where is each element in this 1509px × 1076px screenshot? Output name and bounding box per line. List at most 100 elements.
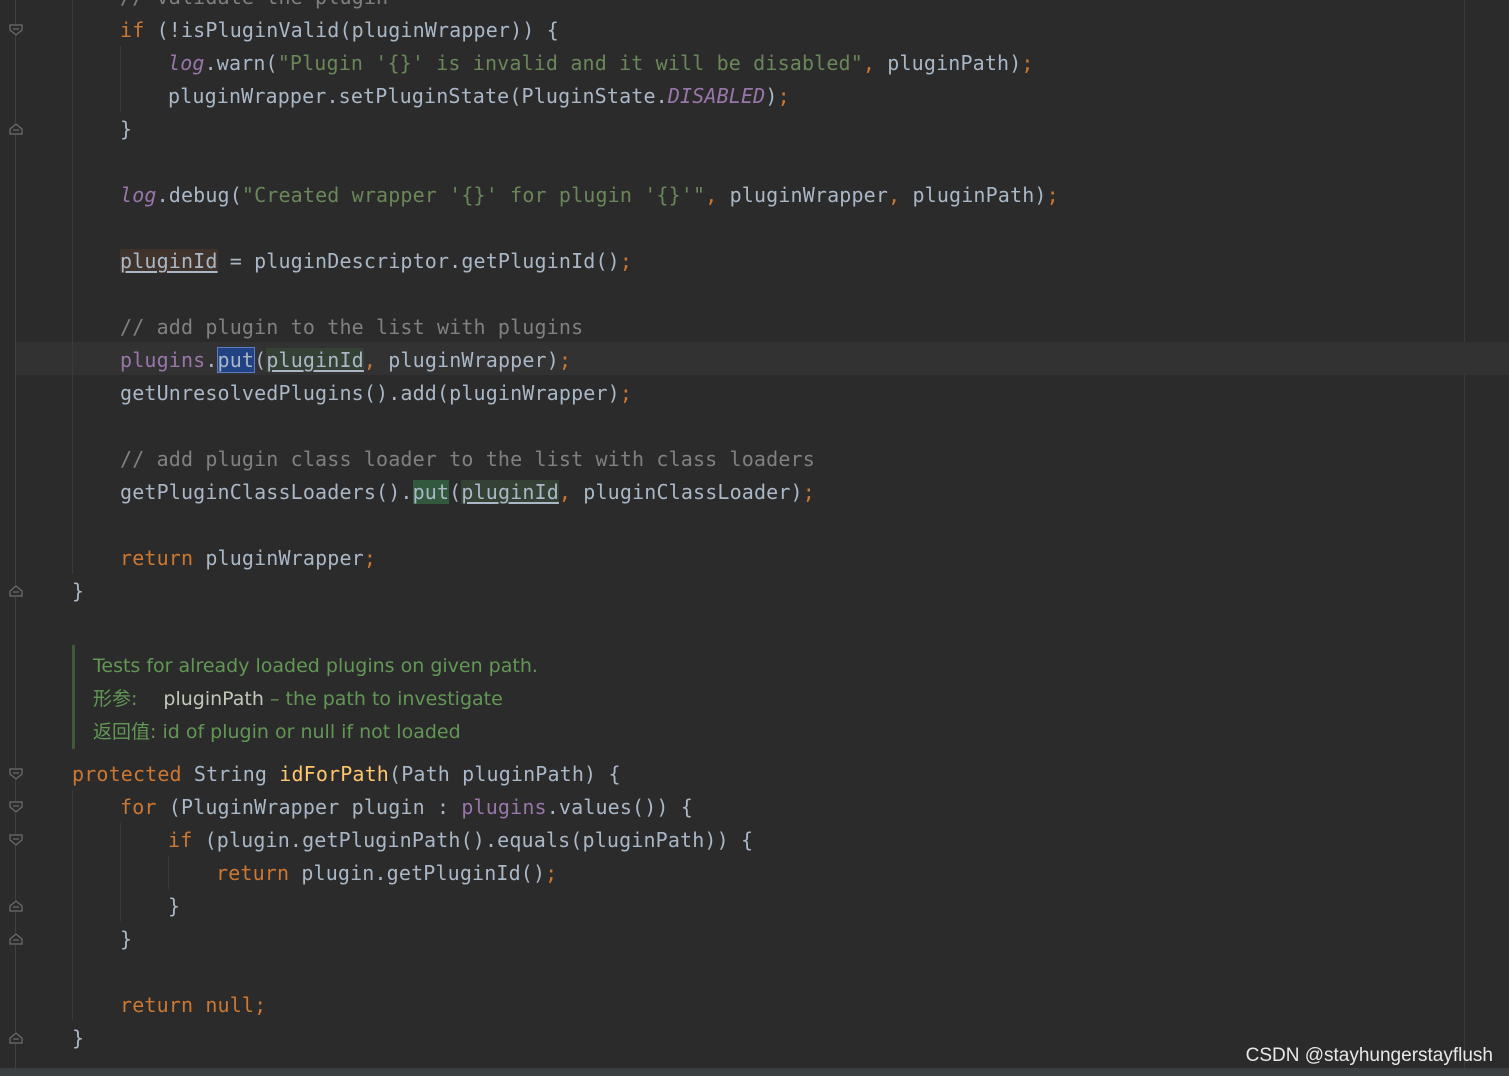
code-text: .debug( xyxy=(156,183,242,207)
variable-read-highlight[interactable]: pluginId xyxy=(266,348,364,372)
code-text: pluginWrapper) xyxy=(376,348,559,372)
code-line[interactable]: // add plugin to the list with plugins xyxy=(120,311,583,344)
code-line[interactable]: if (plugin.getPluginPath().equals(plugin… xyxy=(168,824,753,857)
punctuation: ; xyxy=(619,249,633,273)
javadoc-summary: Tests for already loaded plugins on give… xyxy=(93,650,538,683)
indent-guide xyxy=(168,856,169,889)
selected-method[interactable]: put xyxy=(216,347,256,373)
punctuation: , xyxy=(888,183,901,207)
code-text: pluginPath) xyxy=(900,183,1047,207)
code-line-current[interactable]: plugins.put(pluginId, pluginWrapper); xyxy=(120,344,571,377)
punctuation: ; xyxy=(363,546,377,570)
javadoc-param-name: pluginPath xyxy=(163,688,264,710)
code-line[interactable]: return pluginWrapper; xyxy=(120,542,376,575)
punctuation: , xyxy=(705,183,718,207)
code-line[interactable]: protected String idForPath(Path pluginPa… xyxy=(72,758,621,791)
code-line[interactable]: pluginId = pluginDescriptor.getPluginId(… xyxy=(120,245,632,278)
javadoc-return-desc: id of plugin or null if not loaded xyxy=(156,721,461,743)
javadoc-return-label: 返回值: xyxy=(93,721,157,743)
fold-collapse-icon[interactable] xyxy=(9,834,23,846)
fold-collapse-icon[interactable] xyxy=(9,24,23,36)
fold-expand-icon[interactable] xyxy=(9,123,23,135)
code-editor[interactable]: // validate the plugin if (!isPluginVali… xyxy=(0,0,1509,1068)
code-text: (!isPluginValid(pluginWrapper)) { xyxy=(144,18,559,42)
code-line[interactable]: } xyxy=(120,923,132,956)
right-margin-guide xyxy=(1464,0,1465,1068)
code-text: getUnresolvedPlugins().add(pluginWrapper… xyxy=(120,381,620,405)
code-line[interactable]: return plugin.getPluginId(); xyxy=(216,857,557,890)
method-usage-highlight[interactable]: put xyxy=(412,480,450,504)
code-line[interactable]: for (PluginWrapper plugin : plugins.valu… xyxy=(120,791,693,824)
fold-collapse-icon[interactable] xyxy=(9,801,23,813)
keyword: return xyxy=(216,861,290,885)
code-line[interactable]: pluginWrapper.setPluginState(PluginState… xyxy=(168,80,790,113)
code-line[interactable]: // add plugin class loader to the list w… xyxy=(120,443,815,476)
comment: // add plugin to the list with plugins xyxy=(120,315,584,339)
javadoc-param-label: 形参: xyxy=(93,688,138,710)
javadoc-text: Tests for already loaded plugins on give… xyxy=(93,655,538,677)
code-text: (Path pluginPath) { xyxy=(389,762,621,786)
punctuation: ; xyxy=(1046,183,1059,207)
code-text: = pluginDescriptor.getPluginId() xyxy=(217,249,620,273)
code-line[interactable]: } xyxy=(72,1022,84,1055)
code-text: .warn( xyxy=(204,51,278,75)
code-line[interactable]: getUnresolvedPlugins().add(pluginWrapper… xyxy=(120,377,632,410)
punctuation: ; xyxy=(619,381,633,405)
fold-expand-icon[interactable] xyxy=(9,585,23,597)
field: plugins xyxy=(120,348,206,372)
code-text: plugin.getPluginId() xyxy=(289,861,546,885)
field: plugins xyxy=(461,795,547,819)
keyword: protected xyxy=(72,762,182,786)
code-line[interactable]: log.debug("Created wrapper '{}' for plug… xyxy=(120,179,1059,212)
keyword: for xyxy=(120,795,157,819)
fold-expand-icon[interactable] xyxy=(9,933,23,945)
keyword: return xyxy=(120,993,194,1017)
brace: } xyxy=(168,894,181,918)
method-name: idForPath xyxy=(279,762,389,786)
code-line[interactable]: if (!isPluginValid(pluginWrapper)) { xyxy=(120,14,559,47)
variable-write-highlight[interactable]: pluginId xyxy=(120,249,218,273)
code-text: ) xyxy=(765,84,778,108)
brace: } xyxy=(120,927,133,951)
static-field: log xyxy=(120,183,157,207)
brace: } xyxy=(72,579,85,603)
javadoc-param: 形参: pluginPath – the path to investigate xyxy=(93,683,503,716)
code-text: String xyxy=(181,762,280,786)
punctuation: ; xyxy=(558,348,572,372)
code-line[interactable]: } xyxy=(168,890,180,923)
code-line[interactable]: log.warn("Plugin '{}' is invalid and it … xyxy=(168,47,1034,80)
indent-guide xyxy=(72,790,73,1020)
variable-read-highlight[interactable]: pluginId xyxy=(461,480,559,504)
punctuation: ; xyxy=(777,84,790,108)
code-text: pluginWrapper xyxy=(193,546,364,570)
code-line[interactable]: // validate the plugin xyxy=(120,0,388,14)
fold-collapse-icon[interactable] xyxy=(9,768,23,780)
fold-expand-icon[interactable] xyxy=(9,900,23,912)
code-text: .values()) { xyxy=(546,795,693,819)
javadoc-return: 返回值: id of plugin or null if not loaded xyxy=(93,716,461,749)
indent-guide xyxy=(120,823,121,921)
code-text: pluginPath) xyxy=(875,51,1022,75)
comment: // validate the plugin xyxy=(120,0,388,9)
keyword: if xyxy=(120,18,145,42)
code-text: ( xyxy=(254,348,267,372)
code-text: pluginWrapper.setPluginState(PluginState… xyxy=(168,84,668,108)
watermark: CSDN @stayhungerstayflush xyxy=(1245,1045,1493,1066)
code-line[interactable]: getPluginClassLoaders().put(pluginId, pl… xyxy=(120,476,815,509)
code-line[interactable]: } xyxy=(120,113,132,146)
keyword: return xyxy=(120,546,194,570)
code-line[interactable]: } xyxy=(72,575,84,608)
enum-constant: DISABLED xyxy=(667,84,766,108)
brace: } xyxy=(120,117,133,141)
keyword: if xyxy=(168,828,193,852)
fold-expand-icon[interactable] xyxy=(9,1032,23,1044)
javadoc-bar xyxy=(72,645,75,749)
code-line[interactable]: return null; xyxy=(120,989,266,1022)
static-field: log xyxy=(168,51,205,75)
punctuation: , xyxy=(862,51,876,75)
code-text: . xyxy=(205,348,218,372)
code-text: (plugin.getPluginPath().equals(pluginPat… xyxy=(192,828,754,852)
keyword: null xyxy=(193,993,255,1017)
indent-guide xyxy=(120,46,121,112)
punctuation: , xyxy=(558,480,572,504)
